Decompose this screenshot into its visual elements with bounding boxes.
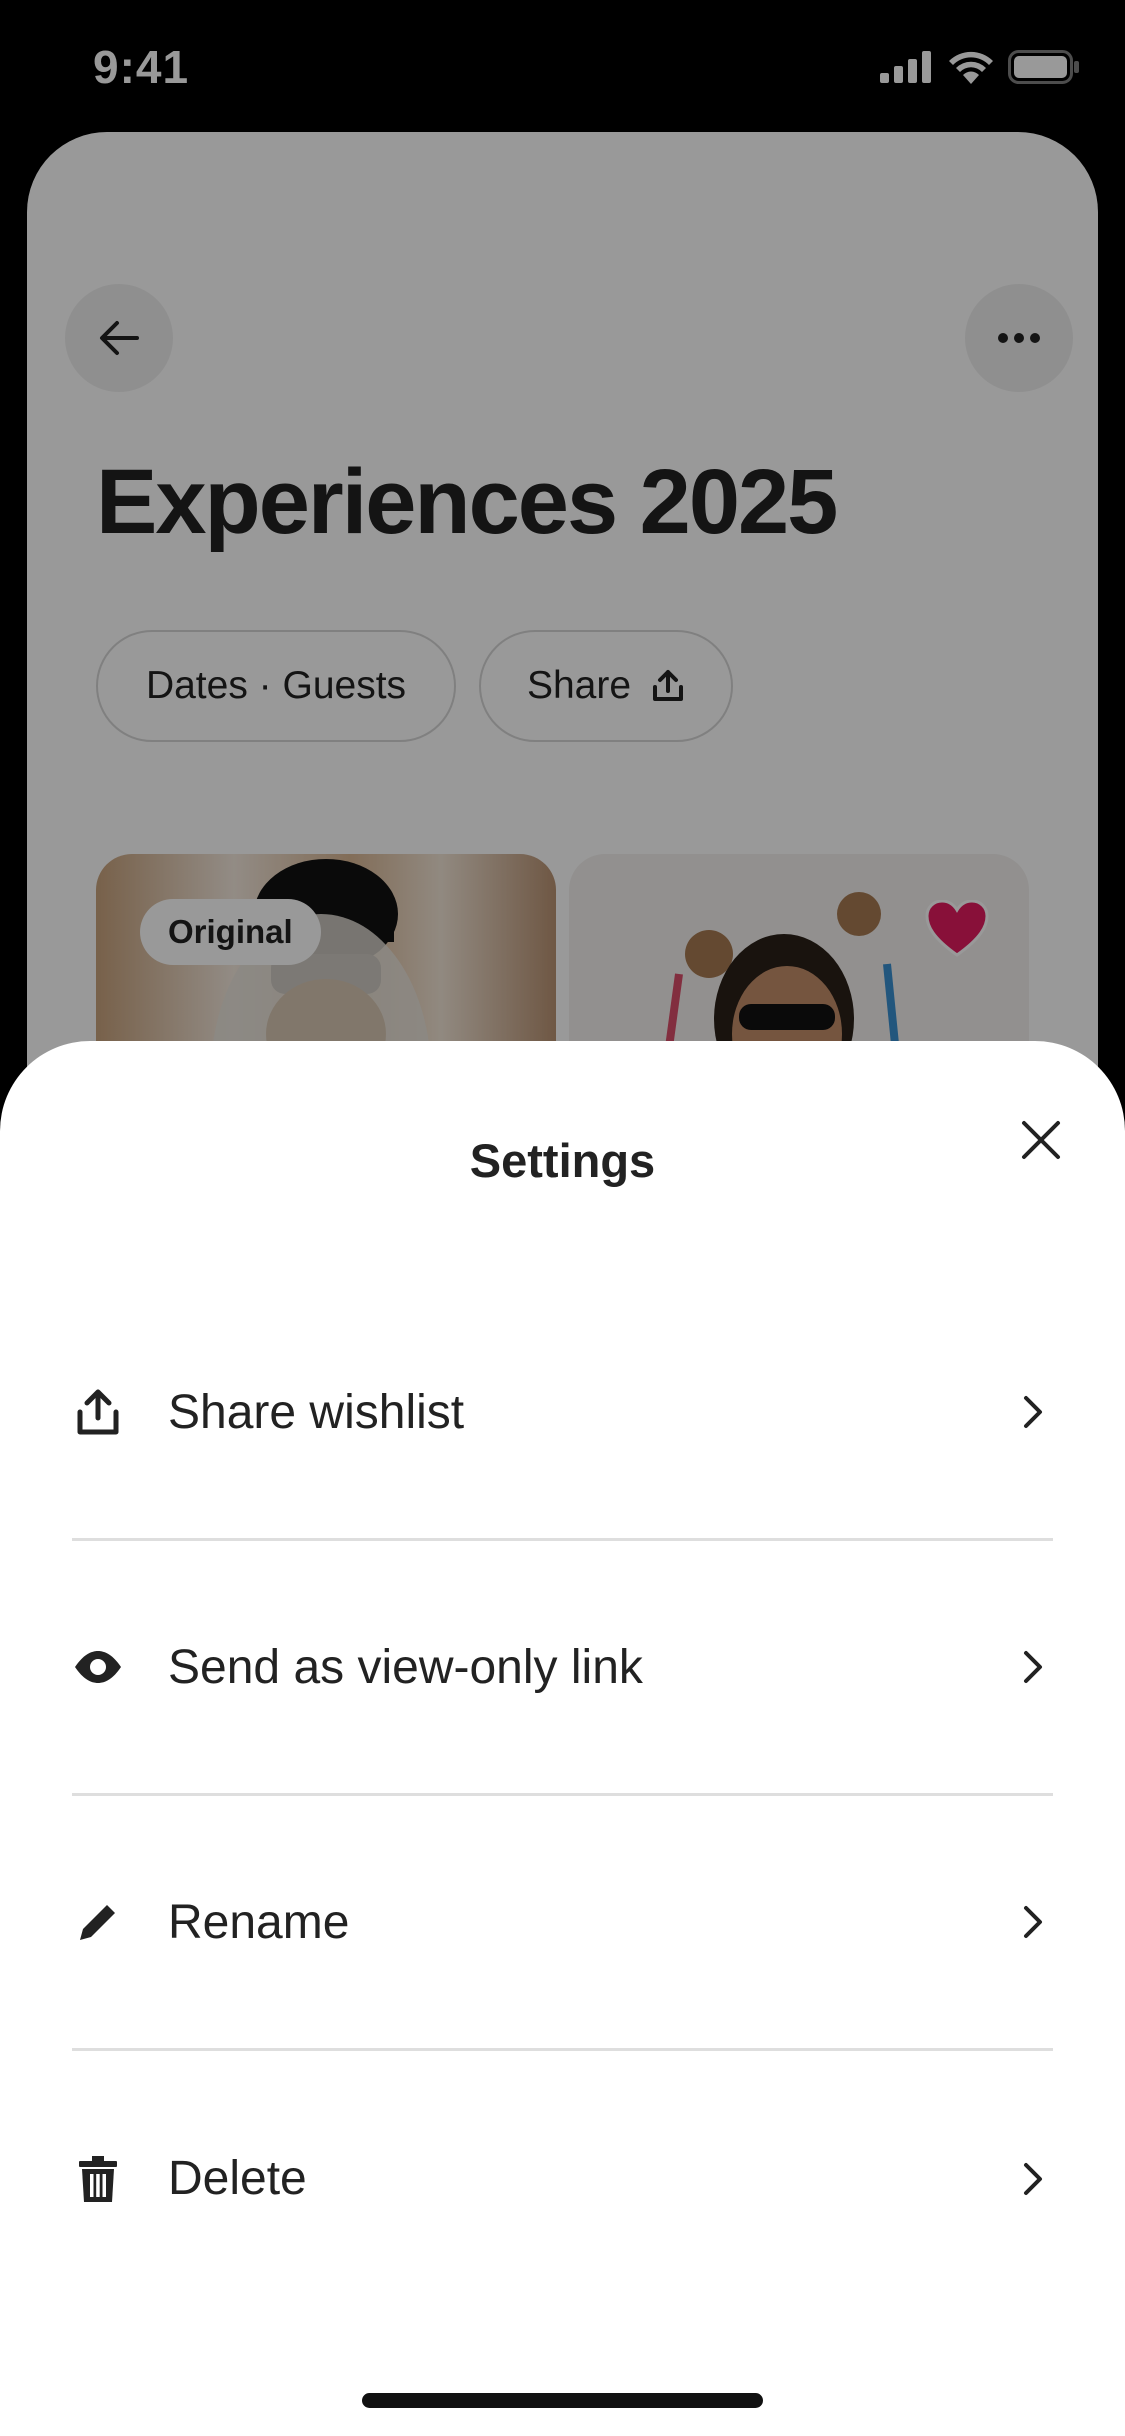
share-wishlist-row[interactable]: Share wishlist	[72, 1286, 1053, 1541]
close-icon	[1022, 1121, 1060, 1159]
eye-icon	[72, 1641, 124, 1693]
settings-list: Share wishlist Send as view-only link Re…	[72, 1286, 1053, 2306]
chevron-right-icon	[1013, 1392, 1053, 1432]
chevron-right-icon	[1013, 1647, 1053, 1687]
delete-row[interactable]: Delete	[72, 2051, 1053, 2306]
close-button[interactable]	[1002, 1101, 1080, 1179]
settings-sheet: Settings Share wishlist Send as view-onl…	[0, 1041, 1125, 2436]
row-label: Share wishlist	[168, 1385, 465, 1439]
row-label: Send as view-only link	[168, 1640, 643, 1694]
row-label: Rename	[168, 1895, 350, 1949]
rename-row[interactable]: Rename	[72, 1796, 1053, 2051]
row-label: Delete	[168, 2152, 307, 2205]
send-view-only-link-row[interactable]: Send as view-only link	[72, 1541, 1053, 1796]
chevron-right-icon	[1013, 1902, 1053, 1942]
home-indicator[interactable]	[362, 2393, 763, 2408]
share-icon	[72, 1386, 124, 1438]
trash-icon	[72, 2153, 124, 2205]
pencil-icon	[72, 1896, 124, 1948]
sheet-title: Settings	[469, 1134, 656, 1187]
chevron-right-icon	[1013, 2159, 1053, 2199]
